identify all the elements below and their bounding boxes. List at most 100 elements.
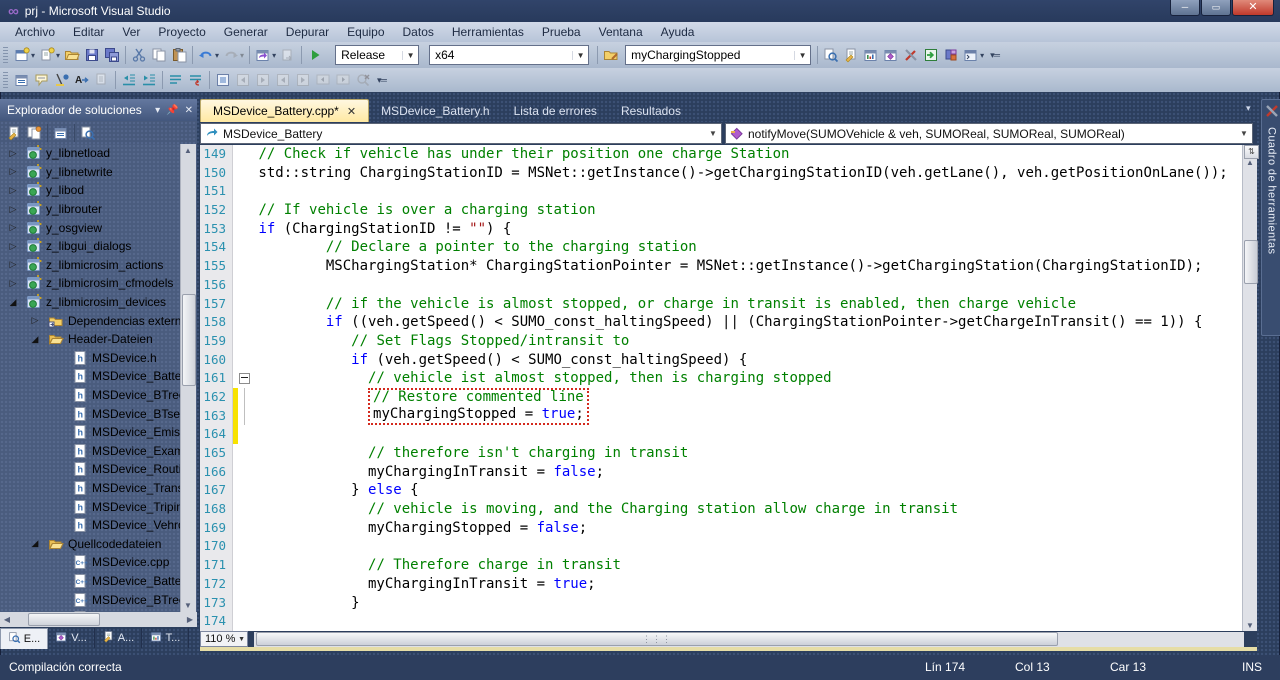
word-completion-button[interactable]: A [72,69,92,91]
code-line-163[interactable]: 163 myChargingStopped = true; [200,407,1242,426]
menu-prueba[interactable]: Prueba [533,23,590,41]
expand-arrow-icon[interactable]: ▷ [8,278,18,289]
collapse-arrow-icon[interactable]: ◢ [30,334,40,345]
editor-hscroll-thumb[interactable]: ⋮⋮⋮ [256,632,1058,646]
toolbar-overflow-icon[interactable]: ▾═ [990,50,999,61]
chevron-down-icon[interactable]: ▼ [1236,129,1252,138]
tab-class-view[interactable]: V... [48,628,95,648]
chevron-down-icon[interactable]: ▼ [705,129,721,138]
code-line-155[interactable]: 155 MSChargingStation* ChargingStationPo… [200,257,1242,276]
next-bookmark-button[interactable] [253,69,273,91]
window-position-icon[interactable]: ▾ [155,105,160,116]
menu-ver[interactable]: Ver [113,23,149,41]
menu-ventana[interactable]: Ventana [590,23,652,41]
find-in-files-icon[interactable] [601,44,621,66]
expand-arrow-icon[interactable]: ▷ [30,315,40,326]
open-file-button[interactable] [62,44,82,66]
code-line-174[interactable]: 174 [200,612,1242,631]
menu-generar[interactable]: Generar [215,23,277,41]
types-dropdown[interactable]: MSDevice_Battery ▼ [200,123,722,144]
decrease-indent-button[interactable] [119,69,139,91]
maximize-button[interactable]: ▭ [1201,0,1231,16]
tab-team-explorer[interactable]: T... [142,628,189,648]
tab-property-manager[interactable]: A... [95,628,142,648]
scroll-down-icon[interactable]: ▼ [181,601,195,610]
tree-item-y-librouter[interactable]: ▷y_librouter [0,200,197,219]
tree-item-dependencias-externas[interactable]: ▷Dependencias externas [0,311,197,330]
chevron-down-icon[interactable]: ▼ [238,636,247,643]
menu-archivo[interactable]: Archivo [6,23,64,41]
start-debug-button[interactable] [305,44,325,66]
tree-item-msdevice-h[interactable]: hMSDevice.h [0,349,197,368]
tree-item-y-libnetload[interactable]: ▷y_libnetload [0,144,197,163]
configuration-dropdown[interactable]: Release▼ [335,45,419,65]
tree-item-header-dateien[interactable]: ◢Header-Dateien [0,330,197,349]
uncomment-selection-button[interactable] [186,69,206,91]
navigate-backward-button[interactable]: ▾ [253,44,278,66]
chevron-down-icon[interactable]: ▼ [402,51,418,60]
redo-button[interactable]: ▾ [221,44,246,66]
previous-bookmark-button[interactable] [233,69,253,91]
tree-item-msdevice-emiss[interactable]: hMSDevice_Emiss [0,423,197,442]
explorer-vertical-scrollbar[interactable]: ▲ ▼ [180,144,196,612]
expand-arrow-icon[interactable]: ▷ [8,204,18,215]
doc-tab-lista-de-errores[interactable]: Lista de errores [502,100,609,122]
toggle-bookmark-button[interactable] [213,69,233,91]
code-line-165[interactable]: 165 // therefore isn't charging in trans… [200,444,1242,463]
tree-item-y-osgview[interactable]: ▷y_osgview [0,218,197,237]
code-line-169[interactable]: 169 myChargingStopped = false; [200,519,1242,538]
code-line-162[interactable]: 162 // Restore commented line [200,388,1242,407]
find-combo[interactable]: myChargingStopped▼ [625,45,811,65]
tree-item-msdevice-batte[interactable]: C++MSDevice_Batte [0,572,197,591]
code-line-154[interactable]: 154 // Declare a pointer to the charging… [200,238,1242,257]
show-all-files-button[interactable] [24,122,44,144]
view-in-object-browser-button[interactable] [78,122,98,144]
split-window-handle[interactable]: ⇅ [1244,145,1259,159]
code-line-152[interactable]: 152 // If vehicle is over a charging sta… [200,201,1242,220]
navigate-forward-button[interactable] [278,44,298,66]
tree-item-msdevice-btser[interactable]: hMSDevice_BTser [0,404,197,423]
undo-button[interactable]: ▾ [196,44,221,66]
copy-button[interactable] [149,44,169,66]
new-project-button[interactable]: ▾ [12,44,37,66]
editor-vertical-scrollbar[interactable]: ⇅ ▲ ▼ [1242,145,1257,631]
explorer-horizontal-scrollbar[interactable]: ◀ ▶ [0,612,197,627]
fold-collapse-icon[interactable] [238,369,250,388]
menu-equipo[interactable]: Equipo [338,23,393,41]
comment-selection-button[interactable] [166,69,186,91]
menu-depurar[interactable]: Depurar [277,23,338,41]
close-button[interactable]: ✕ [1232,0,1274,16]
chevron-down-icon[interactable]: ▼ [794,51,810,60]
tree-item-z-libmicrosim-actions[interactable]: ▷z_libmicrosim_actions [0,256,197,275]
chevron-down-icon[interactable]: ▼ [572,51,588,60]
zoom-dropdown[interactable]: 110 % ▼ [200,631,248,647]
collapse-arrow-icon[interactable]: ◢ [8,297,18,308]
menu-datos[interactable]: Datos [394,23,443,41]
member-list-button[interactable] [12,69,32,91]
view-class-diagram-button[interactable] [51,122,71,144]
menu-ayuda[interactable]: Ayuda [652,23,704,41]
expand-arrow-icon[interactable]: ▷ [8,185,18,196]
minimize-button[interactable]: ─ [1170,0,1200,16]
toolbar-grip[interactable] [3,72,8,88]
code-line-167[interactable]: 167 } else { [200,481,1242,500]
code-line-161[interactable]: 161 // vehicle ist almost stopped, then … [200,369,1242,388]
close-panel-icon[interactable]: ✕ [185,105,193,116]
scroll-up-icon[interactable]: ▲ [181,146,195,155]
expand-arrow-icon[interactable]: ▷ [8,148,18,159]
chevron-down-icon[interactable]: ▾ [31,51,35,60]
toolbox-collapsed-tab[interactable]: Cuadro de herramientas [1261,99,1280,336]
tree-item-msdevice-routi[interactable]: hMSDevice_Routi [0,460,197,479]
menu-editar[interactable]: Editar [64,23,113,41]
explorer-scroll-thumb[interactable] [182,294,196,386]
save-button[interactable] [82,44,102,66]
expand-arrow-icon[interactable]: ▷ [8,222,18,233]
code-line-166[interactable]: 166 myChargingInTransit = false; [200,463,1242,482]
command-window-button[interactable]: ▾ [961,44,986,66]
collapse-arrow-icon[interactable]: ◢ [30,538,40,549]
code-line-171[interactable]: 171 // Therefore charge in transit [200,556,1242,575]
doc-tab-resultados[interactable]: Resultados [609,100,693,122]
tree-item-z-libmicrosim-cfmodels[interactable]: ▷z_libmicrosim_cfmodels [0,274,197,293]
code-line-153[interactable]: 153 if (ChargingStationID != "") { [200,220,1242,239]
cut-button[interactable] [129,44,149,66]
